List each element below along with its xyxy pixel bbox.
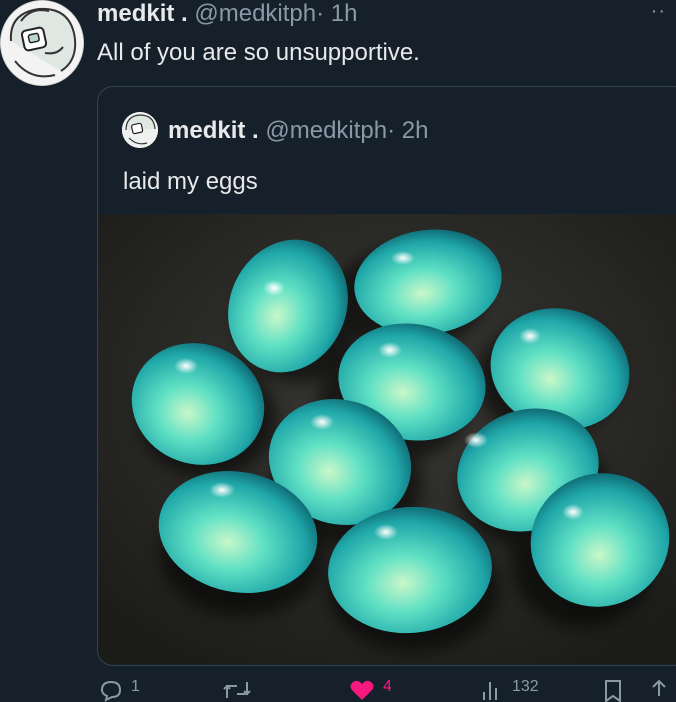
quoted-tweet-text: laid my eggs xyxy=(123,168,258,195)
quoted-tweet-time: · 2h xyxy=(387,117,429,144)
eggs-photo[interactable] xyxy=(98,214,676,664)
tweet-time[interactable]: · 1h xyxy=(316,0,357,27)
quoted-tweet-header: medkit . @medkitph· 2h xyxy=(168,117,428,145)
quoted-author-name: medkit . xyxy=(168,117,259,144)
author-avatar[interactable] xyxy=(0,0,84,86)
quoted-avatar-drawing xyxy=(122,112,158,148)
views-count: 132 xyxy=(512,678,539,695)
tweet-actions: 1 4 132 xyxy=(97,676,676,702)
author-name[interactable]: medkit . xyxy=(97,0,188,27)
heart-icon xyxy=(350,680,374,700)
bookmark-button[interactable] xyxy=(602,678,624,702)
quoted-tweet[interactable]: medkit . @medkitph· 2h laid my eggs xyxy=(97,86,676,666)
like-count: 4 xyxy=(383,678,392,695)
quoted-author-handle: @medkitph xyxy=(265,117,388,144)
retweet-icon xyxy=(223,682,251,698)
more-options-icon[interactable]: ·· xyxy=(651,0,666,23)
bookmark-icon xyxy=(605,680,621,702)
views-button[interactable]: 132 xyxy=(480,678,539,702)
reply-count: 1 xyxy=(131,678,140,695)
quoted-author-avatar xyxy=(122,112,158,148)
tweet-header: medkit . @medkitph· 1h xyxy=(97,0,357,28)
share-button[interactable] xyxy=(647,678,671,702)
like-button[interactable]: 4 xyxy=(349,678,392,702)
retweet-button[interactable] xyxy=(222,678,260,702)
tweet-text: All of you are so unsupportive. xyxy=(97,39,420,66)
reply-icon xyxy=(100,680,122,702)
share-icon xyxy=(652,679,666,696)
avatar-drawing xyxy=(1,1,83,85)
reply-button[interactable]: 1 xyxy=(99,678,140,702)
author-handle[interactable]: @medkitph xyxy=(194,0,316,27)
views-chart-icon xyxy=(483,682,497,700)
